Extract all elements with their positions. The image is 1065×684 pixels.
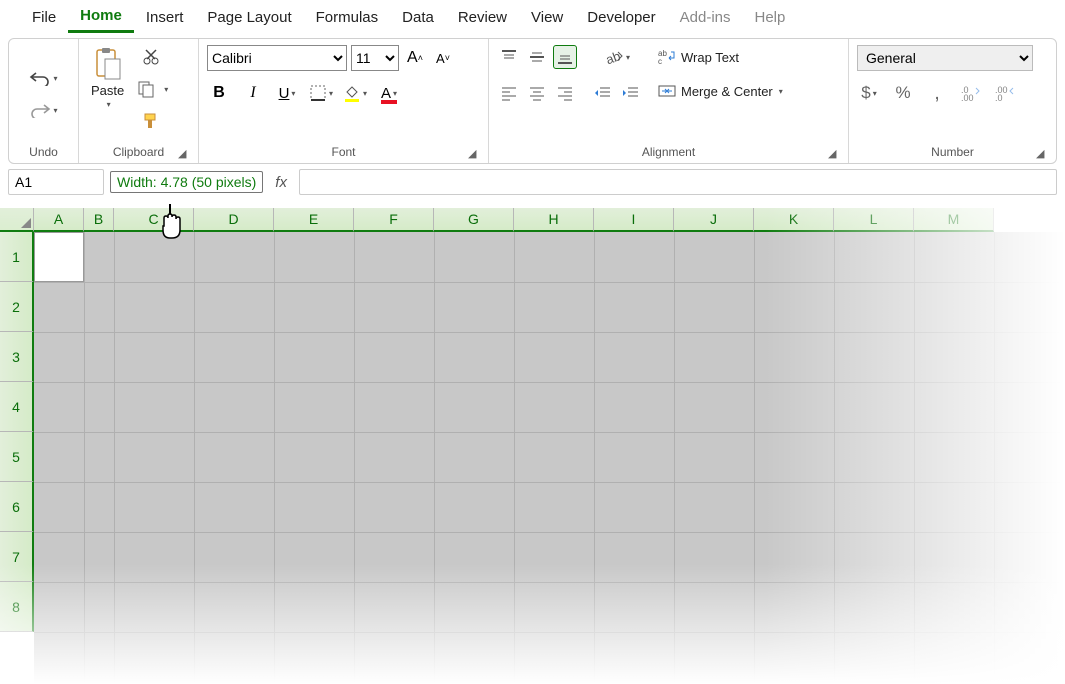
italic-button[interactable]: I [241, 81, 265, 105]
align-right-button[interactable] [553, 81, 577, 105]
accounting-format-button[interactable]: $▾ [857, 81, 881, 105]
svg-text:.00: .00 [961, 93, 974, 101]
comma-format-button[interactable]: , [925, 81, 949, 105]
ribbon-tabs: File Home Insert Page Layout Formulas Da… [0, 0, 1065, 34]
group-label-font: Font [331, 145, 355, 159]
increase-decimal-button[interactable]: .0.00 [959, 81, 983, 105]
number-launcher-icon[interactable]: ◢ [1036, 147, 1048, 159]
column-header[interactable]: J [674, 208, 754, 232]
decrease-decimal-button[interactable]: .00.0 [993, 81, 1017, 105]
column-width-tooltip: Width: 4.78 (50 pixels) [110, 171, 263, 193]
column-header[interactable]: L [834, 208, 914, 232]
font-launcher-icon[interactable]: ◢ [468, 147, 480, 159]
ribbon: ▾ ▾ Undo Paste ▾ [8, 38, 1057, 164]
formula-input[interactable] [299, 169, 1057, 195]
column-header[interactable]: I [594, 208, 674, 232]
svg-text:ab: ab [604, 48, 622, 66]
column-header[interactable]: F [354, 208, 434, 232]
select-all-button[interactable] [0, 208, 34, 232]
group-label-undo: Undo [29, 145, 58, 159]
align-bottom-button[interactable] [553, 45, 577, 69]
column-header[interactable]: B [84, 208, 114, 232]
merge-center-button[interactable]: Merge & Center ▾ [657, 79, 783, 103]
group-label-alignment: Alignment [642, 145, 695, 159]
row-header[interactable]: 5 [0, 432, 34, 482]
redo-button[interactable]: ▾ [29, 98, 57, 122]
worksheet-grid: A B C D E F G H I J K L M 12345678 [0, 208, 1065, 684]
row-header[interactable]: 6 [0, 482, 34, 532]
row-header[interactable]: 4 [0, 382, 34, 432]
group-label-number: Number [931, 145, 974, 159]
font-color-button[interactable]: A ▾ [377, 81, 401, 105]
align-left-button[interactable] [497, 81, 521, 105]
column-header[interactable]: K [754, 208, 834, 232]
tab-home[interactable]: Home [68, 1, 134, 33]
alignment-launcher-icon[interactable]: ◢ [828, 147, 840, 159]
align-center-button[interactable] [525, 81, 549, 105]
increase-indent-button[interactable] [619, 81, 643, 105]
row-header[interactable]: 2 [0, 282, 34, 332]
tab-page-layout[interactable]: Page Layout [195, 3, 303, 32]
group-label-clipboard: Clipboard [113, 145, 164, 159]
tab-view[interactable]: View [519, 3, 575, 32]
undo-button[interactable]: ▾ [29, 66, 57, 90]
clipboard-launcher-icon[interactable]: ◢ [178, 147, 190, 159]
copy-button[interactable] [134, 77, 158, 101]
borders-button[interactable]: ▾ [309, 81, 333, 105]
cut-button[interactable] [139, 45, 163, 69]
tab-review[interactable]: Review [446, 3, 519, 32]
column-header[interactable]: G [434, 208, 514, 232]
tab-help[interactable]: Help [743, 3, 798, 32]
orientation-button[interactable]: ab▾ [604, 45, 630, 69]
row-header[interactable]: 8 [0, 582, 34, 632]
number-format-select[interactable]: General [857, 45, 1033, 71]
column-header[interactable]: D [194, 208, 274, 232]
align-top-button[interactable] [497, 45, 521, 69]
name-box[interactable]: A1 [8, 169, 104, 195]
tab-file[interactable]: File [20, 3, 68, 32]
column-header[interactable]: E [274, 208, 354, 232]
decrease-indent-button[interactable] [591, 81, 615, 105]
paste-label: Paste [91, 83, 124, 98]
tab-formulas[interactable]: Formulas [304, 3, 391, 32]
merge-center-label: Merge & Center [681, 84, 773, 99]
format-painter-button[interactable] [139, 109, 163, 133]
decrease-font-button[interactable]: A˅ [431, 46, 455, 70]
align-middle-button[interactable] [525, 45, 549, 69]
column-header[interactable]: H [514, 208, 594, 232]
column-header[interactable]: M [914, 208, 994, 232]
wrap-text-button[interactable]: abc Wrap Text [657, 45, 739, 69]
column-header[interactable]: A [34, 208, 84, 232]
fill-color-button[interactable]: ▾ [343, 81, 367, 105]
formula-bar: A1 Width: 4.78 (50 pixels) fx [8, 168, 1057, 196]
underline-button[interactable]: U▾ [275, 81, 299, 105]
row-header[interactable]: 7 [0, 532, 34, 582]
tab-developer[interactable]: Developer [575, 3, 667, 32]
tab-data[interactable]: Data [390, 3, 446, 32]
bold-button[interactable]: B [207, 81, 231, 105]
percent-format-button[interactable]: % [891, 81, 915, 105]
tab-insert[interactable]: Insert [134, 3, 196, 32]
svg-text:c: c [658, 57, 662, 66]
wrap-text-label: Wrap Text [681, 50, 739, 65]
row-header[interactable]: 1 [0, 232, 34, 282]
column-header[interactable]: C [114, 208, 194, 232]
fx-icon[interactable]: fx [269, 174, 293, 191]
tab-addins[interactable]: Add-ins [668, 3, 743, 32]
increase-font-button[interactable]: A˄ [403, 46, 427, 70]
svg-text:.0: .0 [995, 93, 1003, 101]
font-name-select[interactable]: Calibri [207, 45, 347, 71]
font-size-select[interactable]: 11 [351, 45, 399, 71]
row-header[interactable]: 3 [0, 332, 34, 382]
paste-button[interactable]: Paste ▾ [87, 45, 128, 111]
